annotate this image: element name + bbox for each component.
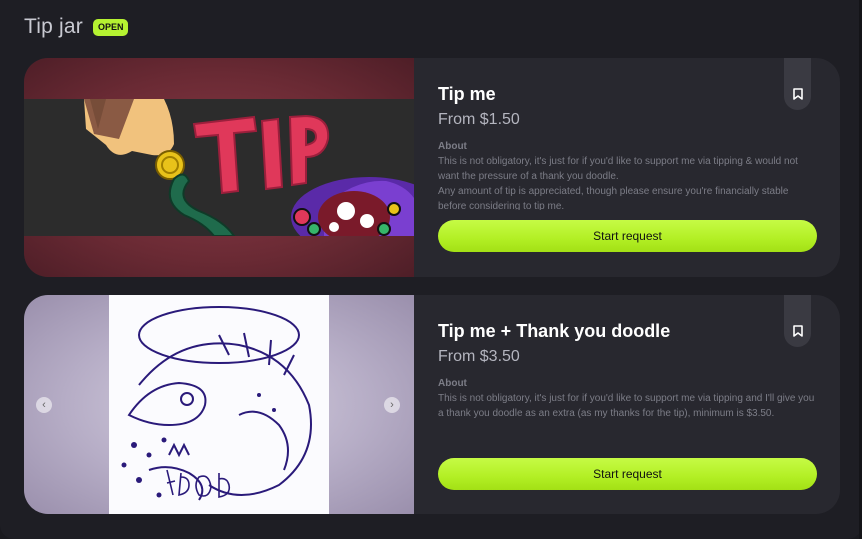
doodle-illustration [109, 295, 329, 514]
start-request-button[interactable]: Start request [438, 458, 817, 490]
card-info: Tip me + Thank you doodle From $3.50 Abo… [438, 295, 818, 514]
commission-card-tip-me[interactable]: Tip me From $1.50 About This is not obli… [24, 58, 840, 277]
card-info: Tip me From $1.50 About This is not obli… [438, 58, 818, 277]
chevron-right-icon: › [390, 398, 394, 411]
about-text: This is not obligatory, it's just for if… [438, 391, 816, 421]
start-request-button[interactable]: Start request [438, 220, 817, 252]
card-title: Tip me [438, 84, 496, 104]
bookmark-icon [792, 88, 803, 100]
card-image-carousel[interactable]: ‹ › [24, 295, 414, 514]
about-label: About [438, 378, 467, 389]
card-price: From $3.50 [438, 348, 520, 365]
tip-illustration [24, 99, 414, 236]
about-label: About [438, 141, 467, 152]
carousel-next-button[interactable]: › [384, 397, 400, 413]
card-price: From $1.50 [438, 111, 520, 128]
card-title: Tip me + Thank you doodle [438, 321, 671, 341]
commission-card-tip-doodle[interactable]: ‹ › Tip me + Thank you doodle From $3.50… [24, 295, 840, 514]
section-title: Tip jar [24, 15, 83, 38]
about-line: This is not obligatory, it's just for if… [438, 156, 798, 182]
carousel-prev-button[interactable]: ‹ [36, 397, 52, 413]
bookmark-button[interactable] [784, 58, 811, 110]
about-text: This is not obligatory, it's just for if… [438, 154, 816, 210]
bookmark-icon [792, 325, 803, 337]
section-header: Tip jar OPEN [24, 14, 129, 40]
tip-jar-panel: Tip jar OPEN Tip me From $1.50 About Thi… [0, 0, 862, 539]
bookmark-button[interactable] [784, 295, 811, 347]
status-badge: OPEN [92, 18, 129, 36]
about-line: This is not obligatory, it's just for if… [438, 393, 815, 419]
chevron-left-icon: ‹ [42, 398, 46, 411]
about-line: Any amount of tip is appreciated, though… [438, 186, 789, 210]
card-image[interactable] [24, 58, 414, 277]
